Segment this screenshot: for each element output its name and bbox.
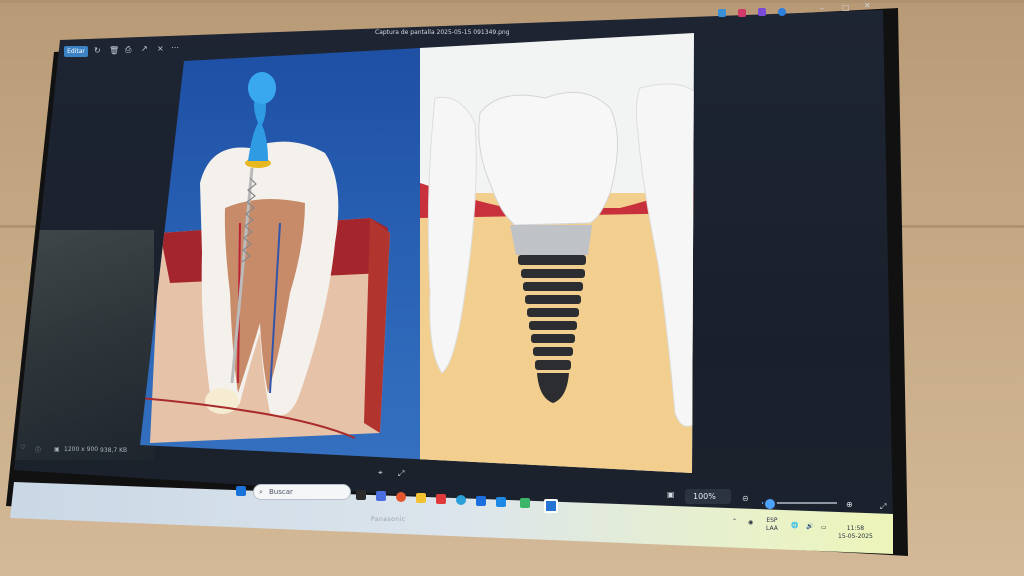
image-viewer: [140, 33, 694, 473]
favorite-icon[interactable]: ♡: [20, 444, 25, 451]
more-icon[interactable]: ⋯: [171, 43, 179, 52]
info-icon[interactable]: ⓘ: [35, 445, 41, 454]
print-icon[interactable]: ⎙: [125, 45, 131, 55]
globe-icon[interactable]: 🌐: [791, 522, 798, 530]
close-icon[interactable]: ✕: [864, 1, 871, 10]
language-code: ESP: [766, 517, 778, 524]
monitor-brand: Panasonic: [371, 516, 406, 523]
photos-app-icon[interactable]: [544, 499, 558, 513]
edge-icon[interactable]: [456, 495, 466, 505]
clock-date: 15-05-2025: [838, 533, 873, 540]
taskbar-search[interactable]: ⌕ Buscar: [253, 484, 351, 500]
volume-icon[interactable]: 🔊: [806, 523, 813, 531]
copilot-icon[interactable]: [396, 492, 406, 502]
task-view-icon[interactable]: [356, 490, 366, 500]
app-icon[interactable]: [476, 496, 486, 506]
language-indicator[interactable]: ESP LAA: [766, 517, 778, 533]
slideshow-icon[interactable]: ▣: [667, 490, 675, 499]
rotate-icon[interactable]: ↻: [94, 46, 101, 55]
fullscreen-view-icon[interactable]: ⤢: [398, 469, 404, 479]
teams-icon[interactable]: [376, 491, 386, 501]
image-dimensions-icon: ▣: [54, 446, 60, 453]
share-icon[interactable]: ↗: [141, 44, 148, 53]
root-canal-illustration: [140, 33, 420, 473]
expand-icon[interactable]: ⤢: [880, 502, 886, 512]
maximize-icon[interactable]: □: [842, 3, 850, 12]
fit-view-icon[interactable]: ⌖: [378, 468, 383, 478]
vscode-icon[interactable]: [496, 497, 506, 507]
app-icon[interactable]: [738, 9, 746, 17]
search-placeholder: Buscar: [269, 488, 293, 496]
windows-start-icon[interactable]: [236, 486, 246, 496]
crop-icon[interactable]: ⨯: [157, 44, 164, 53]
window-title: Captura de pantalla 2025-05-15 091349.pn…: [375, 29, 510, 36]
chevron-up-icon[interactable]: ⌃: [732, 518, 737, 526]
zoom-out-icon[interactable]: ⊝: [742, 494, 749, 503]
edit-button[interactable]: Editar: [64, 46, 88, 57]
search-icon: ⌕: [259, 488, 263, 496]
store-icon[interactable]: [436, 494, 446, 504]
zoom-level-dropdown[interactable]: 100% ⌄: [685, 489, 731, 516]
file-size: 938,7 KB: [100, 447, 128, 454]
battery-icon[interactable]: ▭: [821, 524, 827, 532]
app-icon[interactable]: [778, 8, 786, 16]
clock-time: 11:58: [846, 525, 865, 532]
keyboard-layout: LAA: [766, 525, 778, 532]
zoom-in-icon[interactable]: ⊕: [846, 500, 853, 509]
app-icon[interactable]: [758, 8, 766, 16]
file-explorer-icon[interactable]: [416, 493, 426, 503]
clock[interactable]: 11:58 15-05-2025: [838, 525, 873, 541]
dental-implant-illustration: [420, 33, 694, 473]
image-dimensions: 1200 x 900: [64, 446, 99, 453]
delete-icon[interactable]: 🗑: [109, 46, 119, 55]
minimize-icon[interactable]: –: [820, 4, 824, 13]
app-icon[interactable]: ◉: [748, 519, 753, 527]
app-icon[interactable]: [520, 498, 530, 508]
zoom-slider-thumb[interactable]: [762, 497, 777, 511]
app-icon[interactable]: [718, 9, 726, 17]
